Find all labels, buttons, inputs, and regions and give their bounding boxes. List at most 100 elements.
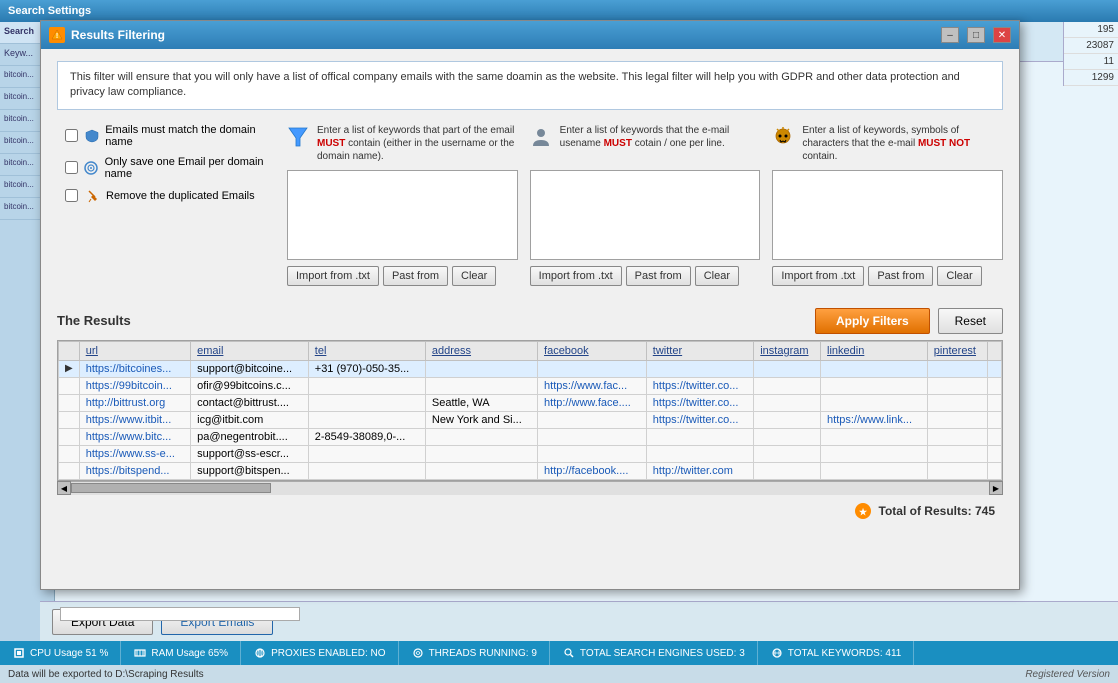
apply-filters-button[interactable]: Apply Filters (815, 308, 930, 334)
row-tel-4: 2-8549-38089,0-... (308, 428, 425, 445)
filter-must-not-textarea[interactable] (772, 170, 1003, 260)
row-twitter-6: http://twitter.com (646, 462, 753, 479)
maximize-button[interactable]: □ (967, 27, 985, 43)
row-url-3: https://www.itbit... (79, 411, 190, 428)
broom-icon (84, 188, 100, 204)
row-arrow-5 (59, 445, 80, 462)
domain-match-label: Emails must match the domain name (105, 124, 277, 148)
target-icon (84, 160, 99, 176)
modal-title-text: Results Filtering (71, 28, 933, 42)
import-txt-btn-1[interactable]: Import from .txt (287, 266, 379, 286)
bg-title-bar: Search Settings (0, 0, 1118, 22)
row-twitter-2: https://twitter.co... (646, 394, 753, 411)
row-facebook-4 (538, 428, 647, 445)
minimize-button[interactable]: – (941, 27, 959, 43)
clear-btn-3[interactable]: Clear (937, 266, 981, 286)
ram-status: RAM Usage 65% (121, 641, 241, 665)
total-results-row: ★ Total of Results: 745 (57, 501, 1003, 521)
row-extra-6 (988, 462, 1002, 479)
row-arrow-1 (59, 377, 80, 394)
status-bar: CPU Usage 51 % RAM Usage 65% PROXIES ENA… (0, 641, 1118, 665)
filter-col-must-contain: Enter a list of keywords that part of th… (287, 124, 518, 286)
domain-match-checkbox[interactable] (65, 129, 78, 142)
table-row[interactable]: https://www.ss-e... support@ss-escr... (59, 445, 1002, 462)
row-address-6 (425, 462, 537, 479)
col-arrow (59, 341, 80, 360)
col-linkedin[interactable]: linkedin (821, 341, 928, 360)
remove-duplicates-label: Remove the duplicated Emails (106, 190, 255, 202)
import-txt-btn-2[interactable]: Import from .txt (530, 266, 622, 286)
results-filtering-modal: ! Results Filtering – □ ✕ This filter wi… (40, 20, 1020, 590)
table-row[interactable]: https://bitspend... support@bitspen... h… (59, 462, 1002, 479)
ram-label: RAM Usage 65% (151, 648, 228, 659)
filter-header-must-contain: Enter a list of keywords that part of th… (287, 124, 518, 164)
row-url-5: https://www.ss-e... (79, 445, 190, 462)
row-address-2: Seattle, WA (425, 394, 537, 411)
info-text: This filter will ensure that you will on… (70, 71, 960, 98)
col-url[interactable]: url (79, 341, 190, 360)
col-address[interactable]: address (425, 341, 537, 360)
table-row[interactable]: https://99bitcoin... ofir@99bitcoins.c..… (59, 377, 1002, 394)
col-facebook[interactable]: facebook (538, 341, 647, 360)
row-tel-2 (308, 394, 425, 411)
row-twitter-3: https://twitter.co... (646, 411, 753, 428)
col-scroll (988, 341, 1002, 360)
row-instagram-5 (754, 445, 821, 462)
remove-duplicates-checkbox[interactable] (65, 189, 78, 202)
paste-btn-3[interactable]: Past from (868, 266, 933, 286)
threads-status: THREADS RUNNING: 9 (399, 641, 550, 665)
table-row[interactable]: http://bittrust.org contact@bittrust....… (59, 394, 1002, 411)
close-button[interactable]: ✕ (993, 27, 1011, 43)
row-url-0: https://bitcoines... (79, 360, 190, 377)
paste-btn-1[interactable]: Past from (383, 266, 448, 286)
table-row[interactable]: ▶ https://bitcoines... support@bitcoine.… (59, 360, 1002, 377)
import-txt-btn-3[interactable]: Import from .txt (772, 266, 864, 286)
row-tel-1 (308, 377, 425, 394)
cpu-label: CPU Usage 51 % (30, 648, 108, 659)
scrollbar-track[interactable] (71, 483, 989, 493)
row-twitter-0 (646, 360, 753, 377)
col-tel[interactable]: tel (308, 341, 425, 360)
row-pinterest-5 (927, 445, 987, 462)
row-facebook-3 (538, 411, 647, 428)
filter-header-must-not: Enter a list of keywords, symbols of cha… (772, 124, 1003, 164)
table-row[interactable]: https://www.bitc... pa@negentrobit.... 2… (59, 428, 1002, 445)
one-per-domain-checkbox[interactable] (65, 161, 78, 174)
filter-must-contain-buttons: Import from .txt Past from Clear (287, 266, 518, 286)
row-instagram-2 (754, 394, 821, 411)
clear-btn-1[interactable]: Clear (452, 266, 496, 286)
scrollbar-thumb[interactable] (71, 483, 271, 493)
row-address-3: New York and Si... (425, 411, 537, 428)
progress-bar-track (60, 607, 300, 621)
row-twitter-4 (646, 428, 753, 445)
registered-label: Registered Version (1025, 669, 1110, 680)
checkbox-options: Emails must match the domain name Only s… (57, 124, 277, 204)
row-linkedin-2 (821, 394, 928, 411)
scroll-right-btn[interactable]: ▶ (989, 481, 1003, 495)
row-arrow-2 (59, 394, 80, 411)
reset-button[interactable]: Reset (938, 308, 1003, 334)
row-extra-4 (988, 428, 1002, 445)
row-url-2: http://bittrust.org (79, 394, 190, 411)
col-pinterest[interactable]: pinterest (927, 341, 987, 360)
col-twitter[interactable]: twitter (646, 341, 753, 360)
row-pinterest-1 (927, 377, 987, 394)
filter-must-contain-textarea[interactable] (287, 170, 518, 260)
results-table-container[interactable]: url email tel address facebook twitter i… (57, 340, 1003, 481)
row-email-0: support@bitcoine... (191, 360, 309, 377)
clear-btn-2[interactable]: Clear (695, 266, 739, 286)
row-pinterest-3 (927, 411, 987, 428)
row-tel-3 (308, 411, 425, 428)
row-email-5: support@ss-escr... (191, 445, 309, 462)
horizontal-scrollbar[interactable]: ◀ ▶ (57, 481, 1003, 495)
paste-btn-2[interactable]: Past from (626, 266, 691, 286)
info-box: This filter will ensure that you will on… (57, 61, 1003, 110)
table-row[interactable]: https://www.itbit... icg@itbit.com New Y… (59, 411, 1002, 428)
row-pinterest-0 (927, 360, 987, 377)
row-extra-3 (988, 411, 1002, 428)
scroll-left-btn[interactable]: ◀ (57, 481, 71, 495)
col-email[interactable]: email (191, 341, 309, 360)
row-email-1: ofir@99bitcoins.c... (191, 377, 309, 394)
col-instagram[interactable]: instagram (754, 341, 821, 360)
filter-username-must-textarea[interactable] (530, 170, 761, 260)
